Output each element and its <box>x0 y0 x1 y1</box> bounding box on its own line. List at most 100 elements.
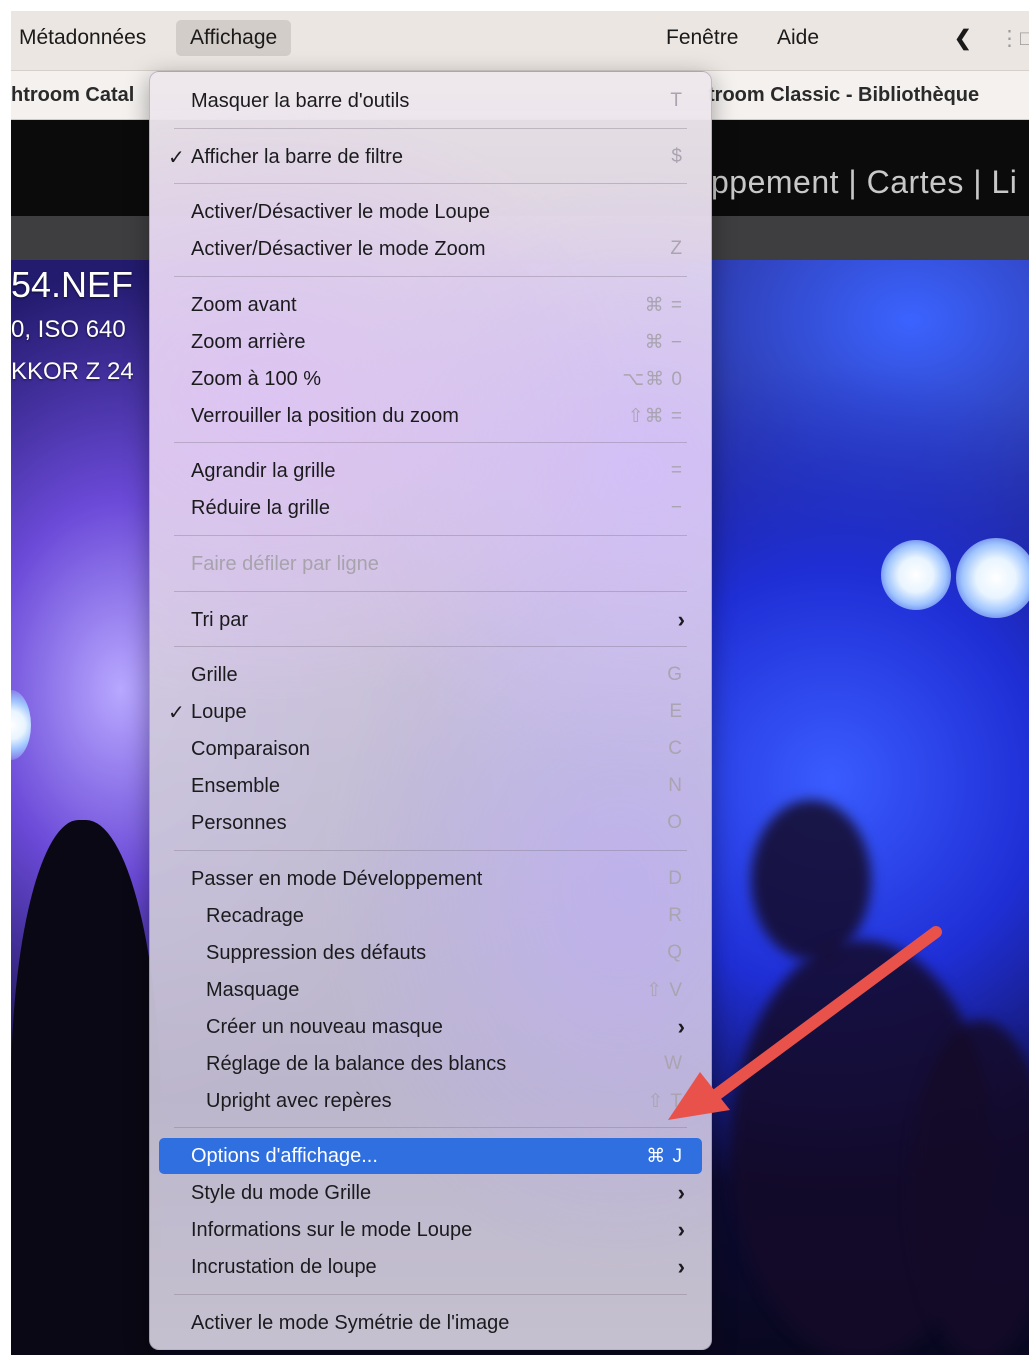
menu-item-creer-un-nouveau-masque[interactable]: Créer un nouveau masque › <box>150 1009 711 1045</box>
menu-item-faire-defiler-par-ligne: Faire défiler par ligne <box>150 546 711 582</box>
menu-item-label: Informations sur le mode Loupe <box>191 1219 473 1241</box>
submenu-chevron-icon: › <box>677 1217 685 1242</box>
menu-item-label: Ensemble <box>191 775 280 797</box>
menu-item-label: Tri par <box>191 609 249 631</box>
catalog-title: htroom Catal <box>11 84 135 106</box>
menu-item-loupe[interactable]: ✓ Loupe E <box>150 694 711 730</box>
menu-item-recadrage[interactable]: Recadrage R <box>150 898 711 934</box>
menu-separator <box>174 591 687 592</box>
menu-item-activer-desactiver-le-mode-loupe[interactable]: Activer/Désactiver le mode Loupe <box>150 194 711 230</box>
menu-item-label: Activer le mode Symétrie de l'image <box>191 1312 510 1334</box>
menu-item-zoom-a-100[interactable]: Zoom à 100 % ⌥⌘ 0 <box>150 361 711 397</box>
menu-item-label: Réglage de la balance des blancs <box>206 1053 507 1075</box>
menu-item-label: Zoom arrière <box>191 331 306 353</box>
menu-bar: Métadonnées Affichage Fenêtre Aide ❮ ⋮□ <box>11 11 1029 71</box>
menu-item-label: Agrandir la grille <box>191 460 336 482</box>
menubar-affichage[interactable]: Affichage <box>176 20 292 56</box>
menu-item-label: Zoom à 100 % <box>191 368 322 390</box>
menu-item-activer-le-mode-symetrie-de-l-image[interactable]: Activer le mode Symétrie de l'image <box>150 1305 711 1341</box>
menu-item-label: Grille <box>191 664 238 686</box>
menu-item-label: Réduire la grille <box>191 497 330 519</box>
menu-item-upright-avec-reperes[interactable]: Upright avec repères ⇧ T <box>150 1083 711 1119</box>
menu-item-label: Options d'affichage... <box>191 1145 378 1167</box>
menu-separator <box>174 1294 687 1295</box>
menu-item-ensemble[interactable]: Ensemble N <box>150 768 711 804</box>
person-silhouette <box>11 820 161 1355</box>
menu-item-shortcut: N <box>668 775 683 796</box>
menu-item-style-du-mode-grille[interactable]: Style du mode Grille › <box>150 1175 711 1211</box>
menu-item-suppression-des-defauts[interactable]: Suppression des défauts Q <box>150 935 711 971</box>
menu-separator <box>174 646 687 647</box>
menu-separator <box>174 442 687 443</box>
checkmark-icon: ✓ <box>168 147 185 169</box>
menu-item-shortcut: T <box>670 90 683 111</box>
menu-item-label: Afficher la barre de filtre <box>191 146 403 168</box>
app-title: troom Classic - Bibliothèque <box>708 84 980 106</box>
submenu-chevron-icon: › <box>677 607 685 632</box>
menu-item-shortcut: ⇧⌘ = <box>627 406 683 427</box>
menu-item-label: Faire défiler par ligne <box>191 553 379 575</box>
menu-item-label: Zoom avant <box>191 294 297 316</box>
menu-item-tri-par[interactable]: Tri par › <box>150 602 711 638</box>
window-layout-icon[interactable]: ⋮□ <box>999 26 1029 51</box>
menu-item-shortcut: ⌘ − <box>644 332 683 353</box>
menu-item-verrouiller-la-position-du-zoom[interactable]: Verrouiller la position du zoom ⇧⌘ = <box>150 398 711 434</box>
submenu-chevron-icon: › <box>677 1180 685 1205</box>
menu-item-shortcut: − <box>670 497 683 518</box>
menu-separator <box>174 535 687 536</box>
menu-item-incrustation-de-loupe[interactable]: Incrustation de loupe › <box>150 1249 711 1285</box>
menu-item-zoom-avant[interactable]: Zoom avant ⌘ = <box>150 287 711 323</box>
menu-item-masquage[interactable]: Masquage ⇧ V <box>150 972 711 1008</box>
menu-separator <box>174 128 687 129</box>
menu-separator <box>174 1127 687 1128</box>
menu-item-label: Comparaison <box>191 738 310 760</box>
menu-item-informations-sur-le-mode-loupe[interactable]: Informations sur le mode Loupe › <box>150 1212 711 1248</box>
menu-item-label: Style du mode Grille <box>191 1182 372 1204</box>
menubar-metadonnees[interactable]: Métadonnées <box>19 26 146 50</box>
menu-item-label: Incrustation de loupe <box>191 1256 377 1278</box>
affichage-dropdown-menu: Masquer la barre d'outils T ✓ Afficher la b… <box>149 71 712 1350</box>
photo-lens-info: KKOR Z 24 <box>11 358 134 385</box>
menu-item-label: Upright avec repères <box>206 1090 392 1112</box>
menu-item-label: Personnes <box>191 812 287 834</box>
menu-separator <box>174 183 687 184</box>
menu-item-label: Recadrage <box>206 905 304 927</box>
menu-item-shortcut: G <box>667 664 683 685</box>
menu-item-personnes[interactable]: Personnes O <box>150 805 711 841</box>
menu-item-zoom-arriere[interactable]: Zoom arrière ⌘ − <box>150 324 711 360</box>
menu-item-shortcut: Q <box>667 942 683 963</box>
menu-item-shortcut: ⌥⌘ 0 <box>622 369 683 390</box>
menu-item-shortcut: = <box>670 460 683 481</box>
checkmark-icon: ✓ <box>168 702 185 724</box>
stage-light <box>11 690 31 760</box>
stage-light <box>956 538 1029 618</box>
menu-item-shortcut: ⌘ J <box>646 1146 683 1167</box>
menu-item-shortcut: ⇧ T <box>647 1091 683 1112</box>
menu-item-activer-desactiver-le-mode-zoom[interactable]: Activer/Désactiver le mode Zoom Z <box>150 231 711 267</box>
menu-item-passer-en-mode-developpement[interactable]: Passer en mode Développement D <box>150 861 711 897</box>
module-links[interactable]: ppement | Cartes | Li <box>711 164 1017 201</box>
crowd-silhouette <box>751 800 871 960</box>
menu-item-options-d-affichage[interactable]: Options d'affichage... ⌘ J <box>159 1138 702 1174</box>
menu-item-label: Activer/Désactiver le mode Loupe <box>191 201 491 223</box>
menu-item-shortcut: ⌘ = <box>644 295 683 316</box>
submenu-chevron-icon: › <box>677 1014 685 1039</box>
menu-item-reglage-de-la-balance-des-blancs[interactable]: Réglage de la balance des blancs W <box>150 1046 711 1082</box>
menu-item-masquer-la-barre-d-outils[interactable]: Masquer la barre d'outils T <box>150 83 711 119</box>
submenu-chevron-icon: › <box>677 1254 685 1279</box>
menu-item-grille[interactable]: Grille G <box>150 657 711 693</box>
menu-item-label: Masquage <box>206 979 300 1001</box>
chevron-left-icon[interactable]: ❮ <box>954 26 972 51</box>
menu-item-reduire-la-grille[interactable]: Réduire la grille − <box>150 490 711 526</box>
menu-separator <box>174 850 687 851</box>
menu-item-agrandir-la-grille[interactable]: Agrandir la grille = <box>150 453 711 489</box>
menu-item-afficher-la-barre-de-filtre[interactable]: ✓ Afficher la barre de filtre $ <box>150 139 711 175</box>
menu-item-shortcut: E <box>669 701 683 722</box>
menu-item-label: Masquer la barre d'outils <box>191 90 410 112</box>
menu-item-comparaison[interactable]: Comparaison C <box>150 731 711 767</box>
menu-item-shortcut: W <box>664 1053 683 1074</box>
menu-item-shortcut: ⇧ V <box>646 980 683 1001</box>
menubar-aide[interactable]: Aide <box>777 26 819 50</box>
menubar-fenetre[interactable]: Fenêtre <box>666 26 738 50</box>
photo-exposure-info: 0, ISO 640 <box>11 316 126 343</box>
